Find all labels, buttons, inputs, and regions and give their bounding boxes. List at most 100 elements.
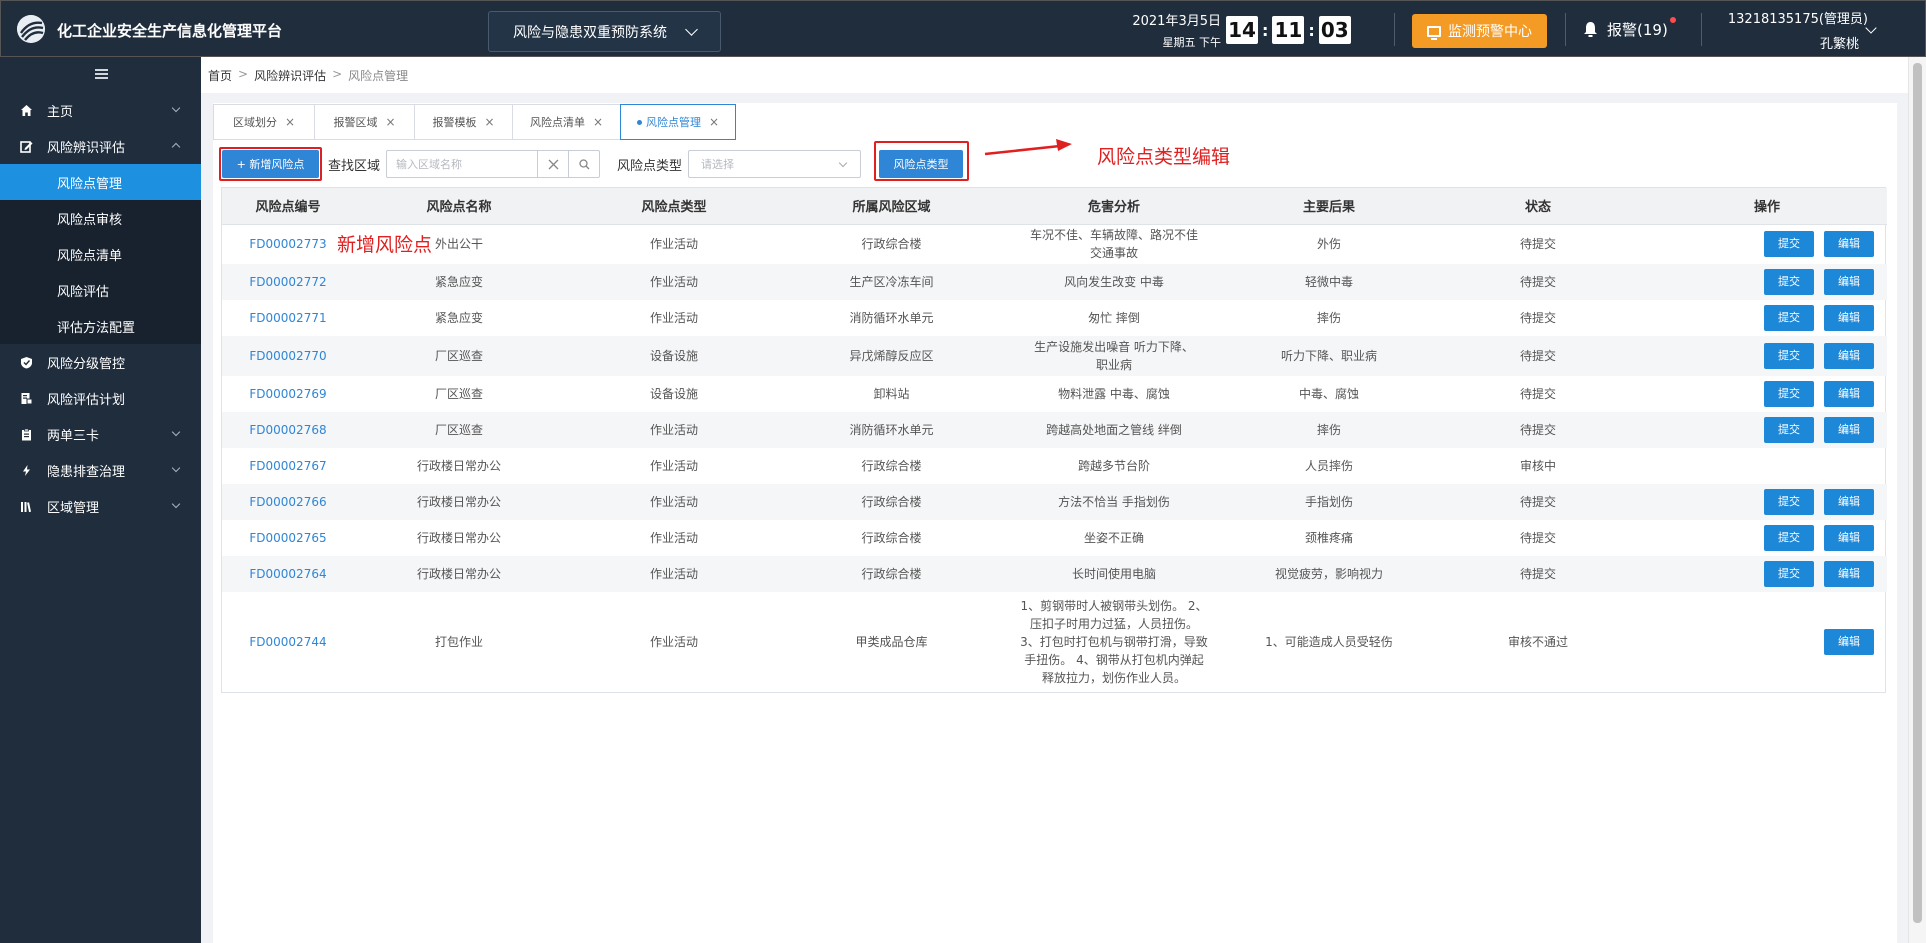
- risk-point-type: 设备设施: [564, 336, 784, 376]
- risk-area: 消防循环水单元: [784, 412, 999, 448]
- arrow-line: [984, 144, 1061, 156]
- status-cell: 待提交: [1519, 311, 1556, 325]
- edit-button[interactable]: 编辑: [1824, 561, 1874, 587]
- column-header: 风险点编号: [222, 188, 354, 225]
- risk-point-type: 作业活动: [649, 459, 698, 473]
- main-result: 轻微中毒: [1229, 264, 1429, 300]
- risk-point-name: 行政楼日常办公: [416, 459, 501, 473]
- table-row: FD00002767 行政楼日常办公 作业活动 行政综合楼 跨越多节台阶 人员摔…: [222, 448, 1887, 484]
- column-header: 主要后果: [1229, 188, 1429, 225]
- risk-point-code-link[interactable]: FD00002764: [222, 556, 354, 592]
- risk-point-code-link[interactable]: FD00002766: [222, 484, 354, 520]
- risk-area: 行政综合楼: [784, 484, 999, 520]
- risk-point-code-link[interactable]: FD00002772: [222, 264, 354, 300]
- main-result: 摔伤: [1229, 412, 1429, 448]
- risk-point-code-link[interactable]: FD00002744: [222, 592, 354, 692]
- column-header: 风险点类型: [564, 188, 784, 225]
- table-row: FD00002764 行政楼日常办公 作业活动 行政综合楼 长时间使用电脑 视觉…: [222, 556, 1887, 592]
- hazard-analysis: 生产设施发出噪音 听力下降、职业病: [999, 336, 1229, 376]
- risk-point-code-link[interactable]: FD00002770: [222, 336, 354, 376]
- status-cell: 审核不通过: [1507, 635, 1568, 649]
- risk-point-type: 作业活动: [564, 484, 784, 520]
- annotation-add-risk-point: 新增风险点: [337, 234, 433, 256]
- table-row: FD00002773 外出公干 作业活动 行政综合楼 车况不佳、车辆故障、路况不…: [222, 224, 1887, 264]
- status-cell: 待提交: [1519, 531, 1556, 545]
- submit-button[interactable]: 提交: [1764, 417, 1814, 443]
- hazard-analysis: 车况不佳、车辆故障、路况不佳 交通事故: [1029, 228, 1198, 261]
- risk-point-name: 打包作业: [434, 635, 483, 649]
- scrollbar-thumb[interactable]: [1913, 63, 1922, 923]
- main-result: 1、可能造成人员受轻伤: [1265, 635, 1393, 649]
- risk-point-code-link[interactable]: FD00002767: [222, 448, 354, 484]
- edit-button[interactable]: 编辑: [1824, 269, 1874, 295]
- risk-point-name: 紧急应变: [354, 264, 564, 300]
- risk-point-type: 设备设施: [649, 387, 698, 401]
- risk-point-name: 厂区巡查: [354, 336, 564, 376]
- hazard-analysis: 风向发生改变 中毒: [999, 264, 1229, 300]
- main-result: 外伤: [1316, 237, 1341, 252]
- column-header: 所属风险区域: [784, 188, 999, 225]
- edit-button[interactable]: 编辑: [1824, 629, 1874, 655]
- operations-cell: 提交 编辑: [1647, 520, 1887, 556]
- table-row: FD00002770 厂区巡查 设备设施 异戊烯醇反应区 生产设施发出噪音 听力…: [222, 336, 1887, 376]
- table-header-row: 风险点编号 风险点名称 风险点类型 所属风险区域 危害分析 主要后果 状态 操作: [222, 188, 1887, 225]
- submit-button[interactable]: 提交: [1764, 489, 1814, 515]
- risk-point-code-link[interactable]: FD00002768: [222, 412, 354, 448]
- submit-button[interactable]: 提交: [1764, 561, 1814, 587]
- status-cell: 待提交: [1429, 264, 1647, 300]
- edit-button[interactable]: 编辑: [1824, 381, 1874, 407]
- hazard-analysis: 长时间使用电脑: [999, 556, 1229, 592]
- submit-button[interactable]: 提交: [1764, 305, 1814, 331]
- risk-point-name: 行政楼日常办公: [416, 531, 501, 545]
- table-row: FD00002766 行政楼日常办公 作业活动 行政综合楼 方法不恰当 手指划伤…: [222, 484, 1887, 520]
- submit-button[interactable]: 提交: [1764, 343, 1814, 369]
- risk-point-type: 作业活动: [649, 311, 698, 325]
- submit-button[interactable]: 提交: [1764, 231, 1814, 258]
- risk-area: 行政综合楼: [784, 556, 999, 592]
- risk-area: 生产区冷冻车间: [784, 264, 999, 300]
- risk-point-table: 风险点编号 风险点名称 风险点类型 所属风险区域 危害分析 主要后果 状态 操作…: [221, 187, 1887, 693]
- risk-point-name: 厂区巡查: [354, 412, 564, 448]
- risk-area: 甲类成品仓库: [855, 635, 928, 649]
- edit-button[interactable]: 编辑: [1824, 489, 1874, 515]
- annotation-type-edit: 风险点类型编辑: [1097, 146, 1231, 168]
- edit-button[interactable]: 编辑: [1824, 343, 1874, 369]
- risk-area: 卸料站: [873, 387, 910, 401]
- risk-point-code-link[interactable]: FD00002771: [222, 300, 354, 336]
- status-cell: 待提交: [1429, 484, 1647, 520]
- operations-cell: 提交 编辑: [1647, 556, 1887, 592]
- operations-cell: 提交 编辑: [1647, 376, 1887, 412]
- risk-area: 行政综合楼: [861, 459, 922, 473]
- hazard-analysis: 跨越高处地面之管线 绊倒: [999, 412, 1229, 448]
- operations-cell: 提交 编辑: [1647, 484, 1887, 520]
- risk-point-code-link[interactable]: FD00002773: [222, 224, 354, 264]
- submit-button[interactable]: 提交: [1764, 381, 1814, 407]
- status-cell: 待提交: [1429, 336, 1647, 376]
- edit-button[interactable]: 编辑: [1824, 525, 1874, 551]
- main-result: 颈椎疼痛: [1304, 531, 1353, 545]
- risk-point-code-link[interactable]: FD00002769: [222, 376, 354, 412]
- risk-point-type: 作业活动: [649, 531, 698, 545]
- risk-point-type: 作业活动: [564, 412, 784, 448]
- main-result: 听力下降、职业病: [1229, 336, 1429, 376]
- risk-point-code-link[interactable]: FD00002765: [222, 520, 354, 556]
- risk-area: 消防循环水单元: [849, 311, 934, 325]
- edit-button[interactable]: 编辑: [1824, 417, 1874, 443]
- status-cell: 待提交: [1519, 387, 1556, 401]
- main-result: 视觉疲劳，影响视力: [1229, 556, 1429, 592]
- column-header: 状态: [1429, 188, 1647, 225]
- table-row: FD00002769 厂区巡查 设备设施 卸料站 物料泄露 中毒、腐蚀 中毒、腐…: [222, 376, 1887, 412]
- edit-button[interactable]: 编辑: [1824, 231, 1874, 258]
- submit-button[interactable]: 提交: [1764, 269, 1814, 295]
- hazard-analysis: 物料泄露 中毒、腐蚀: [1058, 387, 1170, 401]
- table-row: FD00002744 打包作业 作业活动 甲类成品仓库 1、剪钢带时人被钢带头划…: [222, 592, 1887, 692]
- status-cell: 审核中: [1519, 459, 1556, 473]
- status-cell: 待提交: [1519, 237, 1556, 252]
- status-cell: 待提交: [1429, 556, 1647, 592]
- submit-button[interactable]: 提交: [1764, 525, 1814, 551]
- edit-button[interactable]: 编辑: [1824, 305, 1874, 331]
- operations-cell: 编辑: [1647, 592, 1887, 692]
- main-result: 中毒、腐蚀: [1298, 387, 1359, 401]
- column-header: 操作: [1647, 188, 1887, 225]
- page-scrollbar[interactable]: [1908, 57, 1926, 943]
